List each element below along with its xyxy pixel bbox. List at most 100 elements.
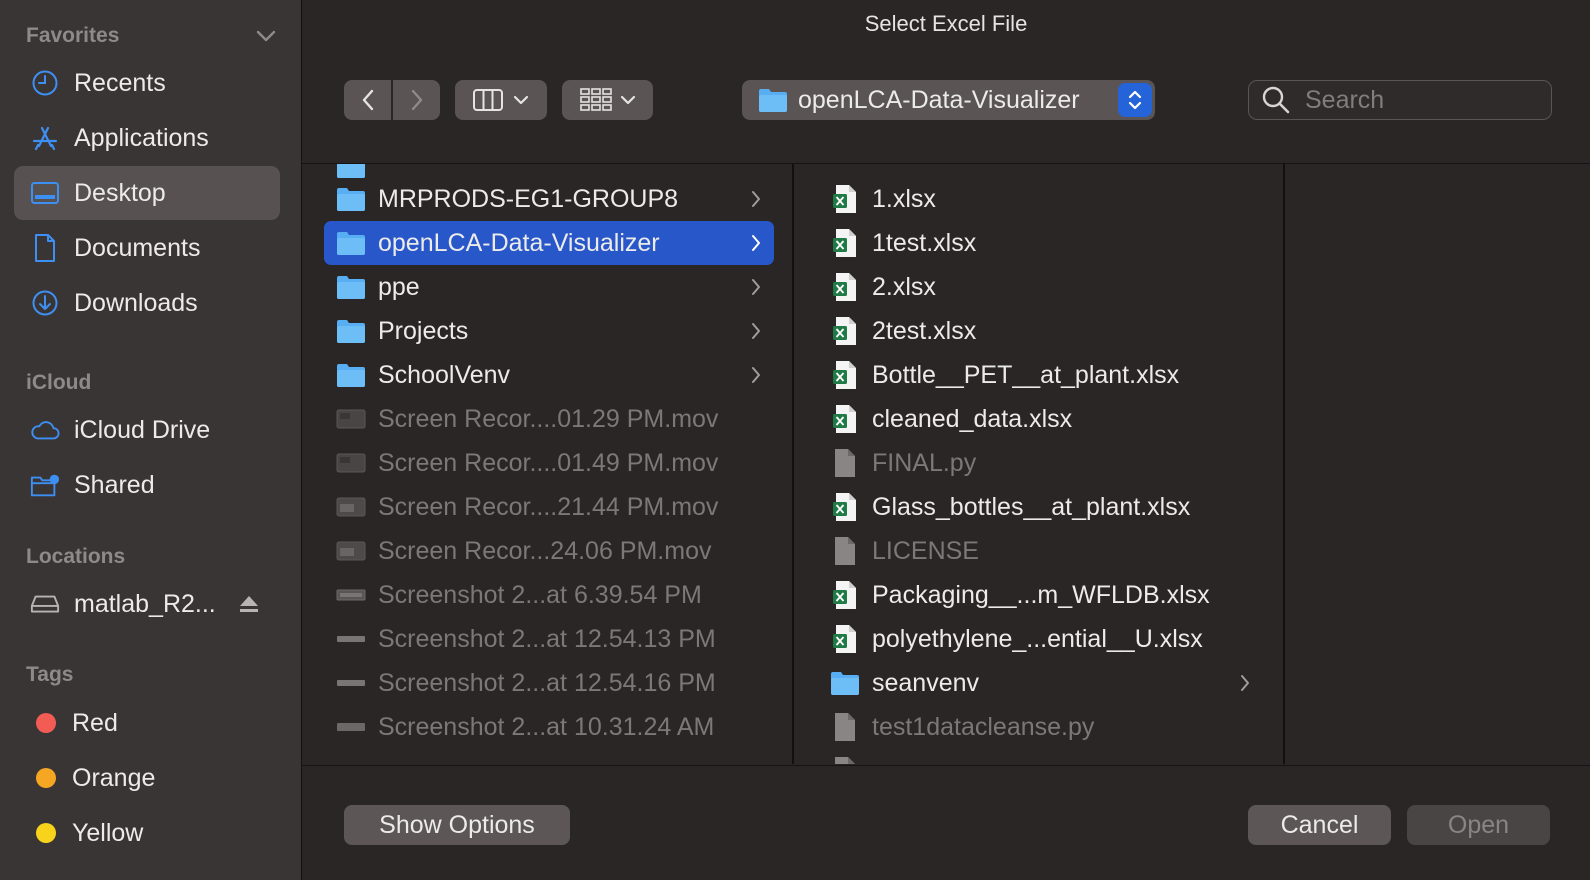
sidebar-item-applications[interactable]: Applications [14,111,280,165]
chevron-down-icon[interactable] [254,27,278,45]
list-item[interactable]: cleaned_data.xlsx [818,397,1263,441]
list-item[interactable]: Packaging__...m_WFLDB.xlsx [818,573,1263,617]
excel-file-icon [830,404,860,434]
item-name: openLCA-Data-Visualizer [378,228,660,257]
list-item[interactable]: polyethylene_...ential__U.xlsx [818,617,1263,661]
list-item[interactable]: 1test.xlsx [818,221,1263,265]
item-name: test1datacleanse.py [872,712,1095,741]
image-thumbnail-icon [336,580,366,610]
chevron-right-icon [1241,675,1249,691]
list-item[interactable]: Screen Recor...24.06 PM.mov [324,529,774,573]
image-thumbnail-icon [336,756,366,764]
footer-divider [302,765,1590,766]
list-item[interactable]: Projects [324,309,774,353]
show-options-button[interactable]: Show Options [344,805,570,845]
list-item[interactable]: 2.xlsx [818,265,1263,309]
search-field[interactable] [1248,80,1552,120]
list-item[interactable]: Glass_bottles__at_plant.xlsx [818,485,1263,529]
path-popup-label: openLCA-Data-Visualizer [798,85,1080,114]
list-item[interactable]: 2test.xlsx [818,309,1263,353]
favorites-heading: Favorites [26,24,120,47]
column-desktop[interactable]: MRPRODS-EG1-GROUP8 openLCA-Data-Visualiz… [302,164,792,764]
applications-icon [30,123,60,153]
search-input[interactable] [1305,85,1525,115]
item-name: Screen Recor....21.44 PM.mov [378,492,719,521]
item-name: Bottle__PET__at_plant.xlsx [872,360,1180,389]
list-item[interactable]: LICENSE [818,529,1263,573]
shared-folder-icon [30,470,60,500]
open-button[interactable]: Open [1407,805,1550,845]
list-item[interactable]: Screenshot 2...at 10.31.24 AM [324,705,774,749]
list-item[interactable]: seanvenv [818,661,1263,705]
sidebar-item-label: Red [72,708,118,737]
column-empty [1285,164,1590,764]
list-item[interactable]: 1.xlsx [818,177,1263,221]
excel-file-icon [830,228,860,258]
list-item[interactable]: Bottle__PET__at_plant.xlsx [818,353,1263,397]
sidebar-item-label: Desktop [74,178,166,207]
video-thumbnail-icon [336,492,366,522]
video-thumbnail-icon [336,536,366,566]
folder-icon [830,668,860,698]
excel-file-icon [830,272,860,302]
path-popup-button[interactable]: openLCA-Data-Visualizer [742,80,1155,120]
sidebar-item-label: Recents [74,68,166,97]
group-grid-icon [579,88,612,111]
icloud-heading: iCloud [26,371,92,394]
item-name: MRPRODS-EG1-GROUP8 [378,184,679,213]
forward-button[interactable] [393,80,440,120]
list-item[interactable] [324,749,774,764]
column-view-icon [473,89,503,111]
column-openlca[interactable]: 1.xlsx 1test.xlsx 2.xlsx 2test.xlsx Bott… [794,164,1283,764]
list-item[interactable]: Screen Recor....21.44 PM.mov [324,485,774,529]
list-item[interactable]: Screenshot 2...at 12.54.16 PM [324,661,774,705]
sidebar-item-icloud-drive[interactable]: iCloud Drive [14,403,280,457]
list-item[interactable]: MRPRODS-EG1-GROUP8 [324,177,774,221]
sidebar-item-label: Documents [74,233,201,262]
view-mode-button[interactable] [455,80,547,120]
image-thumbnail-icon [336,668,366,698]
folder-icon [336,316,366,346]
popup-stepper-icon [1118,83,1152,117]
list-item[interactable]: ppe [324,265,774,309]
sidebar-item-tag-red[interactable]: Red [14,696,280,750]
list-item[interactable]: FINAL.py [818,441,1263,485]
python-file-icon [830,448,860,478]
sidebar-item-shared[interactable]: Shared [14,458,280,512]
folder-icon [336,184,366,214]
item-name: 1test.xlsx [872,228,977,257]
video-thumbnail-icon [336,448,366,478]
list-item[interactable]: Screenshot 2...at 12.54.13 PM [324,617,774,661]
chevron-right-icon [752,367,760,383]
cancel-button[interactable]: Cancel [1248,805,1391,845]
generic-file-icon [830,536,860,566]
list-item[interactable] [818,749,1263,764]
excel-file-icon [830,184,860,214]
chevron-down-icon [513,95,529,105]
tags-heading: Tags [26,663,74,686]
list-item[interactable]: SchoolVenv [324,353,774,397]
chevron-right-icon [752,191,760,207]
sidebar-item-recents[interactable]: Recents [14,56,280,110]
folder-icon [336,272,366,302]
sidebar-item-desktop[interactable]: Desktop [14,166,280,220]
sidebar-item-documents[interactable]: Documents [14,221,280,275]
list-item[interactable]: openLCA-Data-Visualizer [324,221,774,265]
clock-icon [30,68,60,98]
excel-file-icon [830,580,860,610]
sidebar-item-matlab-disk[interactable]: matlab_R2... [14,577,280,631]
group-by-button[interactable] [562,80,653,120]
list-item[interactable]: test1datacleanse.py [818,705,1263,749]
item-name: Screenshot 2...at 10.31.24 AM [378,712,715,741]
sidebar-item-downloads[interactable]: Downloads [14,276,280,330]
sidebar-item-tag-yellow[interactable]: Yellow [14,806,280,860]
eject-icon[interactable] [238,594,260,614]
list-item[interactable]: Screenshot 2...at 6.39.54 PM [324,573,774,617]
list-item[interactable]: Screen Recor....01.49 PM.mov [324,441,774,485]
sidebar-item-tag-orange[interactable]: Orange [14,751,280,805]
item-name: Projects [378,316,469,345]
excel-file-icon [830,624,860,654]
back-button[interactable] [344,80,391,120]
chevron-right-icon [752,323,760,339]
list-item[interactable]: Screen Recor....01.29 PM.mov [324,397,774,441]
